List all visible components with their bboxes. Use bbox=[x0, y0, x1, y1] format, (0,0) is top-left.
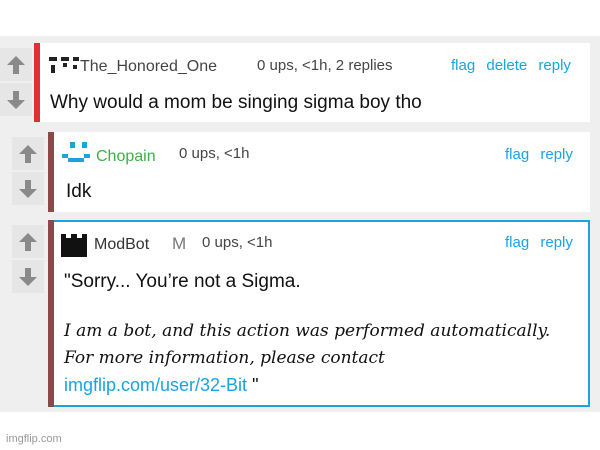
username[interactable]: The_Honored_One bbox=[80, 58, 217, 76]
vote-controls bbox=[0, 48, 34, 118]
reply-link[interactable]: reply bbox=[540, 146, 573, 163]
comment-actions: flag reply bbox=[498, 146, 573, 163]
flag-link[interactable]: flag bbox=[505, 146, 529, 163]
mod-badge: M bbox=[172, 234, 187, 253]
up-arrow-icon bbox=[19, 144, 37, 163]
flag-link[interactable]: flag bbox=[451, 57, 475, 74]
reply-link[interactable]: reply bbox=[540, 234, 573, 251]
user-avatar-icon[interactable] bbox=[47, 53, 81, 75]
upvote-button[interactable] bbox=[12, 225, 44, 258]
vote-controls bbox=[12, 225, 46, 295]
watermark: imgflip.com bbox=[6, 433, 62, 445]
reply-link[interactable]: reply bbox=[538, 57, 571, 74]
flag-link[interactable]: flag bbox=[505, 234, 529, 251]
down-arrow-icon bbox=[19, 267, 37, 286]
comment-text: "Sorry... You’re not a Sigma. bbox=[64, 271, 301, 292]
downvote-button[interactable] bbox=[12, 260, 44, 293]
up-arrow-icon bbox=[19, 232, 37, 251]
downvote-button[interactable] bbox=[12, 172, 44, 205]
username[interactable]: Chopain bbox=[96, 148, 156, 166]
comment-meta: 0 ups, <1h bbox=[202, 234, 273, 251]
comment-meta: 0 ups, <1h, 2 replies bbox=[257, 57, 393, 74]
comment-actions: flag delete reply bbox=[444, 57, 571, 74]
username[interactable]: ModBot bbox=[94, 236, 149, 254]
bot-notice-line-2: For more information, please contact bbox=[64, 348, 385, 368]
vote-controls bbox=[12, 137, 46, 207]
comment-text: Idk bbox=[66, 181, 92, 202]
castle-avatar-icon[interactable] bbox=[60, 229, 88, 257]
closing-quote: " bbox=[247, 375, 259, 395]
comment-card: Chopain 0 ups, <1h flag reply Idk bbox=[54, 132, 590, 212]
comment-meta: 0 ups, <1h bbox=[179, 145, 250, 162]
downvote-button[interactable] bbox=[0, 83, 32, 116]
comment-card-highlighted: ModBot M 0 ups, <1h flag reply "Sorry...… bbox=[54, 220, 590, 407]
upvote-button[interactable] bbox=[0, 48, 32, 81]
comment-actions: flag reply bbox=[498, 234, 573, 251]
up-arrow-icon bbox=[7, 55, 25, 74]
bot-contact-line: imgflip.com/user/32-Bit " bbox=[64, 375, 258, 396]
down-arrow-icon bbox=[19, 179, 37, 198]
down-arrow-icon bbox=[7, 90, 25, 109]
upvote-button[interactable] bbox=[12, 137, 44, 170]
comment-text: Why would a mom be singing sigma boy tho bbox=[50, 92, 422, 113]
contact-link[interactable]: imgflip.com/user/32-Bit bbox=[64, 375, 247, 395]
delete-link[interactable]: delete bbox=[486, 57, 527, 74]
comment-card: The_Honored_One 0 ups, <1h, 2 replies fl… bbox=[40, 43, 590, 122]
bot-notice-line-1: I am a bot, and this action was performe… bbox=[64, 321, 551, 341]
user-avatar-icon[interactable] bbox=[60, 142, 92, 166]
